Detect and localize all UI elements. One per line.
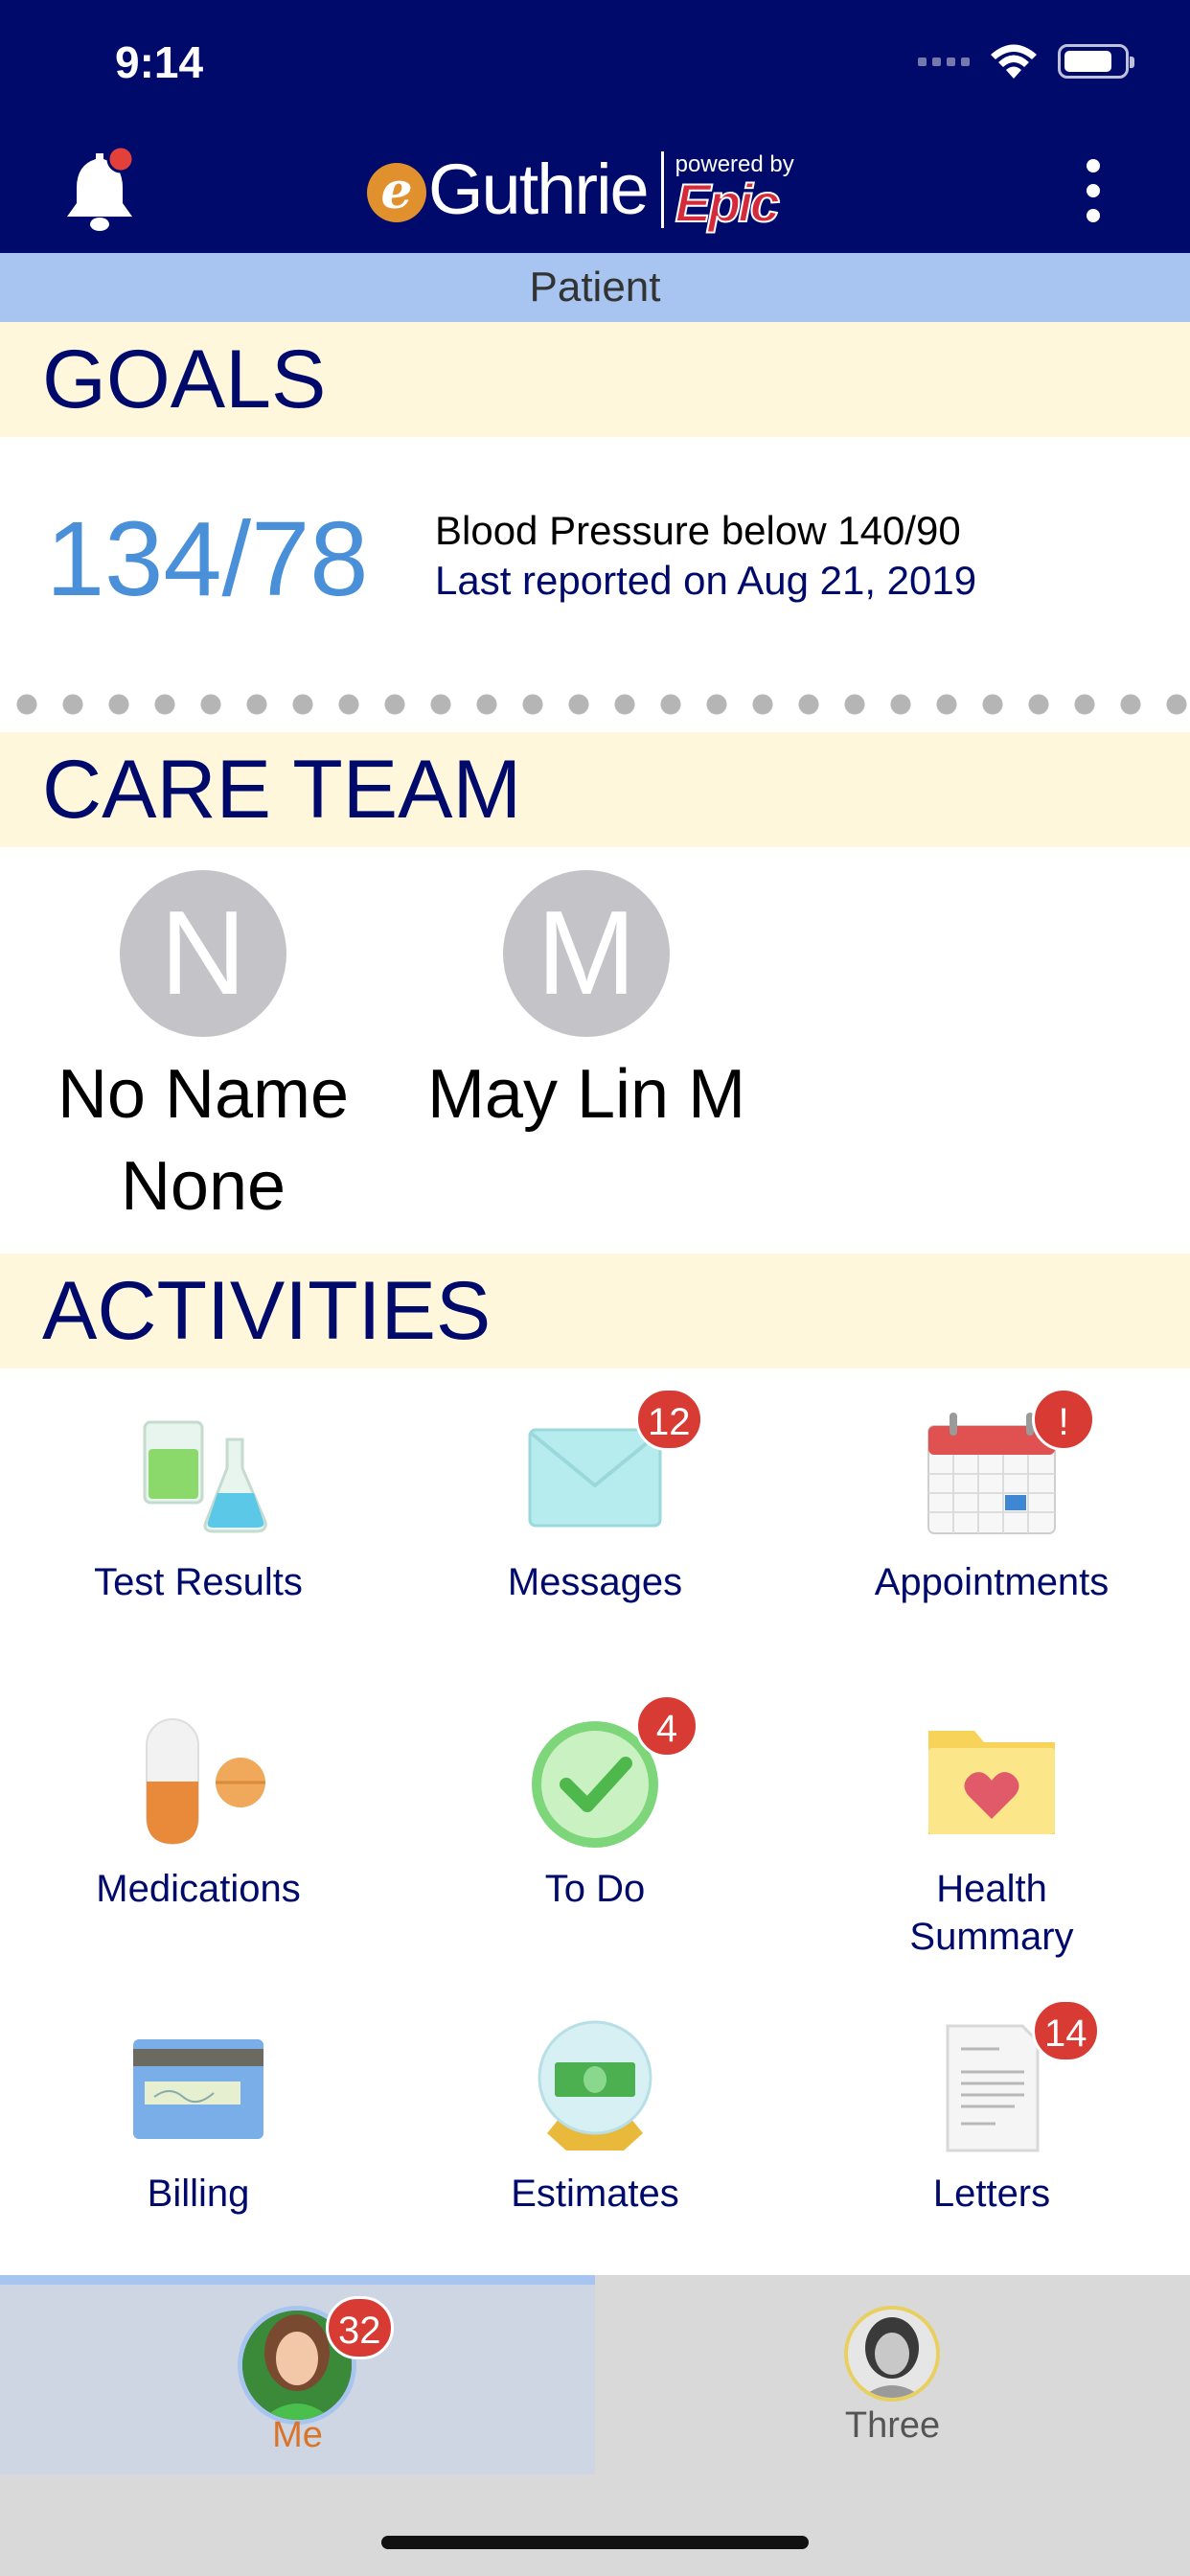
- member-name-line1: No Name: [57, 1056, 350, 1133]
- activity-messages[interactable]: 12 Messages: [397, 1388, 793, 1606]
- member-name: No Name None: [11, 1048, 395, 1232]
- epic-logo-text: Epic: [675, 172, 781, 233]
- activity-appointments[interactable]: ! Appointments: [793, 1388, 1190, 1606]
- activity-medications[interactable]: Medications: [0, 1715, 397, 1913]
- messages-badge: 12: [635, 1388, 703, 1451]
- status-time: 9:14: [115, 37, 204, 87]
- tab-label: Three: [844, 2405, 941, 2446]
- wifi-icon: [991, 44, 1037, 79]
- member-avatar: N: [120, 870, 286, 1037]
- cellular-signal-icon: [918, 57, 970, 66]
- more-options-icon[interactable]: [1087, 159, 1102, 222]
- member-name-line2: None: [120, 1148, 286, 1225]
- member-name: May Lin M: [395, 1048, 778, 1140]
- activities-heading: ACTIVITIES: [0, 1254, 1190, 1368]
- care-team-member[interactable]: M May Lin M: [395, 870, 778, 1140]
- activity-label: Appointments: [874, 1561, 1110, 1603]
- member-avatar: M: [503, 870, 670, 1037]
- logo-e-mark: e: [367, 162, 426, 222]
- activity-to-do[interactable]: 4 To Do: [397, 1694, 793, 1913]
- home-indicator[interactable]: [381, 2536, 809, 2549]
- app-header: 9:14 e Guthrie powered by Epic: [0, 0, 1190, 253]
- activity-label-line2: Summary: [909, 1916, 1074, 1958]
- appointments-alert-badge: !: [1032, 1388, 1095, 1451]
- goal-value[interactable]: 134/78: [46, 498, 368, 620]
- activity-letters[interactable]: 14 Letters: [793, 1999, 1190, 2218]
- letters-badge: 14: [1032, 1999, 1100, 2062]
- page-indicator-dots: [0, 694, 1190, 715]
- folder-heart-icon: [928, 1731, 1055, 1834]
- patient-bar: Patient: [0, 253, 1190, 322]
- me-badge: 32: [326, 2296, 394, 2359]
- member-name-line1: May Lin M: [426, 1056, 746, 1133]
- estimate-globe-icon: [538, 2020, 652, 2150]
- patient-tabbar: 32 Me Three: [0, 2275, 1190, 2576]
- activity-label: To Do: [544, 1868, 646, 1910]
- activity-estimates[interactable]: Estimates: [397, 2020, 793, 2218]
- activity-health-summary[interactable]: Health Summary: [793, 1715, 1190, 1961]
- care-team-member[interactable]: N No Name None: [11, 870, 395, 1232]
- notification-bell-icon[interactable]: [59, 144, 140, 235]
- logo-brand-text: Guthrie: [428, 150, 650, 229]
- powered-by-epic: powered by Epic: [675, 151, 794, 233]
- credit-card-icon: [133, 2039, 263, 2139]
- test-results-icon: [143, 1420, 267, 1533]
- activity-test-results[interactable]: Test Results: [0, 1409, 397, 1606]
- care-team-heading: CARE TEAM: [0, 732, 1190, 847]
- status-icons: [918, 42, 1134, 80]
- activity-label-line1: Health: [936, 1868, 1047, 1910]
- activity-label: Medications: [96, 1868, 301, 1910]
- goals-heading: GOALS: [0, 322, 1190, 437]
- tab-label: Me: [272, 2415, 323, 2455]
- goal-last-reported[interactable]: Last reported on Aug 21, 2019: [435, 558, 976, 604]
- person-photo-icon: [848, 2310, 936, 2398]
- to-do-badge: 4: [635, 1694, 698, 1758]
- pill-icon: [146, 1718, 265, 1845]
- battery-icon: [1058, 44, 1134, 79]
- activity-billing[interactable]: Billing: [0, 2020, 397, 2218]
- tab-three[interactable]: Three: [595, 2275, 1190, 2474]
- activity-label: Health Summary: [793, 1865, 1190, 1961]
- three-avatar: [844, 2306, 940, 2402]
- goal-title[interactable]: Blood Pressure below 140/90: [435, 508, 961, 554]
- activity-label: Test Results: [94, 1561, 303, 1603]
- eguthrie-logo: e Guthrie powered by Epic: [367, 144, 794, 235]
- activity-label: Estimates: [511, 2173, 679, 2215]
- logo-divider: [660, 150, 664, 228]
- activity-label: Billing: [147, 2173, 250, 2215]
- activity-label: Letters: [932, 2173, 1051, 2215]
- tab-me[interactable]: 32 Me: [0, 2275, 595, 2474]
- activity-label: Messages: [507, 1561, 683, 1603]
